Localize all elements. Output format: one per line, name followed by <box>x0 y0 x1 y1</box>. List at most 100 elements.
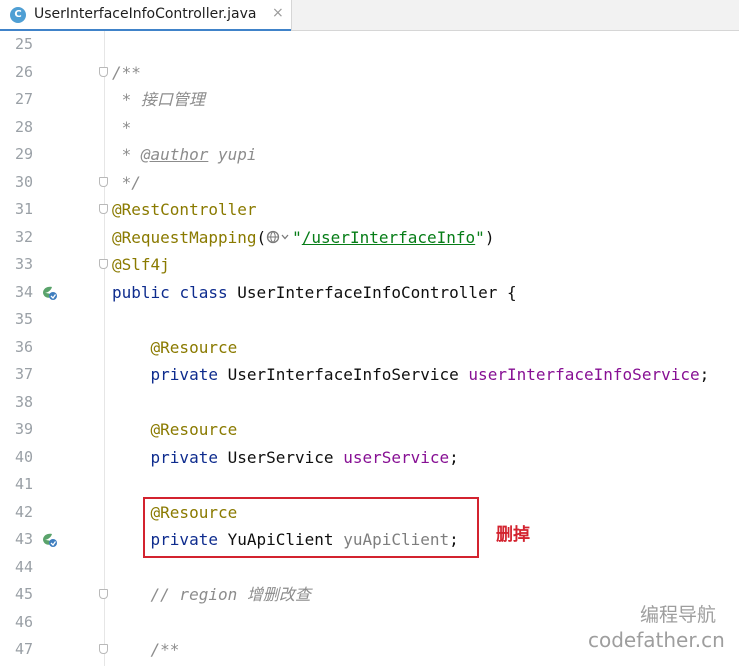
code-text: @Slf4j <box>112 255 170 274</box>
comment-token: /** <box>150 640 180 659</box>
fold-marker-icon[interactable] <box>99 204 108 214</box>
tab-title: UserInterfaceInfoController.java <box>34 6 257 22</box>
delete-note: 删掉 <box>496 525 530 545</box>
javadoc-tag: @author <box>140 145 209 164</box>
class-name-token: UserInterfaceInfoController { <box>227 282 517 302</box>
code-line: 39 @Resource <box>0 416 739 444</box>
spring-bean-icon[interactable] <box>40 284 58 302</box>
code-line: 28 * <box>0 114 739 142</box>
line-number: 38 <box>14 392 33 411</box>
java-class-icon: C <box>10 7 26 23</box>
code-text: @RequestMapping("/userInterfaceInfo") <box>112 224 494 252</box>
editor-tab-bar: C UserInterfaceInfoController.java × <box>0 0 739 31</box>
code-line: 45 // region 增删改查 <box>0 581 739 609</box>
line-number: 44 <box>14 557 33 576</box>
line-number: 39 <box>14 420 33 438</box>
paren-token: ( <box>256 227 267 247</box>
line-number: 28 <box>14 117 33 136</box>
code-line: 27 * 接口管理 <box>0 86 739 114</box>
code-text: public class UserInterfaceInfoController… <box>112 279 517 307</box>
code-line: 33 @Slf4j <box>0 251 739 279</box>
field-token: userService <box>343 447 450 467</box>
annotation-token: @Resource <box>150 337 238 357</box>
line-number: 27 <box>14 90 33 108</box>
fold-marker-icon[interactable] <box>99 259 108 269</box>
line-number: 33 <box>14 255 33 273</box>
code-text: @Resource <box>112 416 238 444</box>
code-line: 40 private UserService userService; <box>0 444 739 472</box>
line-number: 45 <box>14 585 33 603</box>
line-number: 26 <box>14 62 33 81</box>
line-number: 43 <box>14 530 33 548</box>
code-text: private UserInterfaceInfoService userInt… <box>112 361 710 389</box>
code-text: // region 增删改查 <box>112 581 311 609</box>
javadoc-value: yupi <box>208 145 257 164</box>
fold-marker-icon[interactable] <box>99 589 108 599</box>
code-line: 36 @Resource <box>0 334 739 362</box>
globe-icon[interactable] <box>266 225 292 243</box>
line-number: 36 <box>14 337 33 356</box>
code-editor[interactable]: 25 26 /** 27 * 接口管理 28 * 29 * @author yu… <box>0 31 739 666</box>
keyword-token: private <box>150 447 218 467</box>
line-number: 31 <box>14 200 33 218</box>
string-quote: " <box>292 227 302 247</box>
code-text: */ <box>112 172 141 192</box>
code-line: 29 * @author yupi <box>0 141 739 169</box>
mapping-path-link[interactable]: /userInterfaceInfo <box>302 228 475 247</box>
line-number: 32 <box>14 227 33 246</box>
editor-tab-active[interactable]: C UserInterfaceInfoController.java × <box>0 0 292 31</box>
watermark-url: codefather.cn <box>588 628 725 652</box>
close-icon[interactable]: × <box>272 5 284 21</box>
semicolon-token: ; <box>449 447 459 467</box>
code-line: 35 <box>0 306 739 334</box>
line-number: 46 <box>14 612 33 631</box>
code-line: 31 @RestController <box>0 196 739 224</box>
string-quote: " <box>475 227 485 247</box>
code-text: /** <box>112 636 180 664</box>
line-number: 42 <box>14 502 33 521</box>
code-line: 25 <box>0 31 739 59</box>
annotation-token: @RequestMapping <box>112 227 257 247</box>
line-number: 41 <box>14 475 33 493</box>
comment-token: // region 增删改查 <box>150 585 311 604</box>
code-text: /** <box>112 62 141 82</box>
line-number: 30 <box>14 172 33 191</box>
spring-bean-icon[interactable] <box>40 531 58 549</box>
line-number: 35 <box>14 310 33 328</box>
semicolon-token: ; <box>699 365 710 384</box>
code-text: @Resource <box>112 334 238 362</box>
keyword-token: class <box>179 282 228 302</box>
code-text: * <box>112 117 132 137</box>
code-line: 38 <box>0 389 739 417</box>
watermark-title: 编程导航 <box>640 604 717 626</box>
code-line: 26 /** <box>0 59 739 87</box>
code-text: * @author yupi <box>112 141 257 169</box>
keyword-token: public <box>112 282 170 302</box>
fold-marker-icon[interactable] <box>99 176 108 187</box>
code-line: 41 <box>0 471 739 499</box>
highlight-box <box>143 497 479 558</box>
fold-marker-icon[interactable] <box>99 66 108 77</box>
keyword-token: private <box>150 365 218 384</box>
type-token: UserService <box>217 447 344 467</box>
code-line: 34 public class UserInterfaceInfoControl… <box>0 279 739 307</box>
line-number: 40 <box>14 447 33 466</box>
line-number: 29 <box>14 145 33 163</box>
code-text: * 接口管理 <box>112 90 205 109</box>
line-number: 34 <box>14 282 33 301</box>
code-line: 32 @RequestMapping("/userInterfaceInfo") <box>0 224 739 252</box>
annotation-token: @Resource <box>150 420 238 439</box>
code-text: @RestController <box>112 200 257 219</box>
line-number: 25 <box>14 35 33 53</box>
fold-marker-icon[interactable] <box>99 644 108 654</box>
code-line: 30 */ <box>0 169 739 197</box>
code-line: 37 private UserInterfaceInfoService user… <box>0 361 739 389</box>
line-number: 47 <box>14 640 33 658</box>
